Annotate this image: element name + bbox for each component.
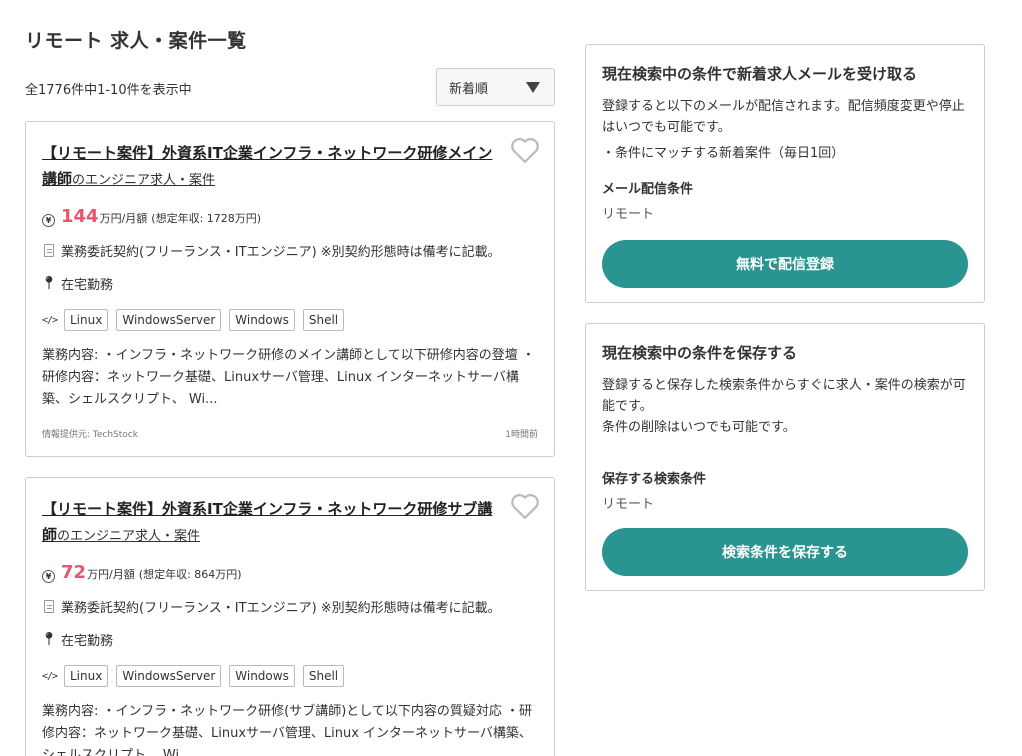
job-card: 【リモート案件】外資系IT企業インフラ・ネットワーク研修メイン講師のエンジニア求… [25,121,555,457]
contract-row: 業務委託契約(フリーランス・ITエンジニア) ※別契約形態時は備考に記載。 [42,597,538,616]
document-icon [44,600,54,613]
location: 在宅勤務 [61,278,114,293]
skill-tag[interactable]: Linux [64,665,109,687]
job-title-suffix: のエンジニア求人・案件 [57,529,201,544]
card-footer: 情報提供元: TechStock 1時間前 [42,427,538,440]
location-row: 📍︎ 在宅勤務 [40,274,538,293]
salary-value: 72 [61,562,87,583]
job-title: 【リモート案件】外資系IT企業インフラ・ネットワーク研修メイン講師のエンジニア求… [42,140,497,194]
skill-tag[interactable]: WindowsServer [116,309,222,331]
panel-bullet: ・条件にマッチする新着案件（毎日1回） [602,146,845,161]
salary: ¥ 144 万円/月額 (想定年収: 1728万円) [42,206,538,227]
condition-value: リモート [602,207,655,222]
contract-type: 業務委託契約(フリーランス・ITエンジニア) ※別契約形態時は備考に記載。 [61,601,501,616]
skill-tag[interactable]: Windows [229,309,295,331]
condition-label: メール配信条件 [602,182,694,197]
job-title-suffix: のエンジニア求人・案件 [72,173,216,188]
document-icon [44,244,54,257]
skill-tag[interactable]: Windows [229,665,295,687]
mail-subscribe-panel: 現在検索中の条件で新着求人メールを受け取る 登録すると以下のメールが配信されます… [585,44,985,303]
sort-select[interactable]: 新着順 [436,68,555,106]
panel-title: 現在検索中の条件で新着求人メールを受け取る [602,65,918,83]
subscribe-button[interactable]: 無料で配信登録 [602,240,968,288]
job-description: 業務内容: ・インフラ・ネットワーク研修(サブ講師)として以下内容の質疑対応 ・… [42,704,533,756]
salary-value: 144 [61,206,99,227]
skill-tag[interactable]: Shell [302,309,345,331]
map-pin-icon: 📍︎ [40,632,58,647]
skill-tag[interactable]: WindowsServer [116,665,222,687]
panel-description: 登録すると保存した検索条件からすぐに求人・案件の検索が可能です。 [602,378,966,414]
save-search-button[interactable]: 検索条件を保存する [602,528,968,576]
panel-description: 登録すると以下のメールが配信されます。配信頻度変更や停止はいつでも可能です。 [602,99,965,135]
location-row: 📍︎ 在宅勤務 [40,630,538,649]
salary-unit: 万円/月額 [99,212,148,225]
contract-row: 業務委託契約(フリーランス・ITエンジニア) ※別契約形態時は備考に記載。 [42,241,538,260]
panel-description-2: 条件の削除はいつでも可能です。 [602,420,796,435]
yen-icon: ¥ [42,214,55,227]
skill-tag[interactable]: Linux [64,309,109,331]
salary-annual: (想定年収: 1728万円) [151,212,262,225]
code-icon: </> [42,670,58,682]
location: 在宅勤務 [61,634,114,649]
contract-type: 業務委託契約(フリーランス・ITエンジニア) ※別契約形態時は備考に記載。 [61,245,501,260]
job-description: 業務内容: ・インフラ・ネットワーク研修のメイン講師として以下研修内容の登壇 ・… [42,348,535,407]
job-title: 【リモート案件】外資系IT企業インフラ・ネットワーク研修サブ講師のエンジニア求人… [42,496,497,550]
posted-time: 1時間前 [505,430,538,440]
heart-icon[interactable] [510,492,540,520]
skill-tag[interactable]: Shell [302,665,345,687]
yen-icon: ¥ [42,570,55,583]
save-search-panel: 現在検索中の条件を保存する 登録すると保存した検索条件からすぐに求人・案件の検索… [585,323,985,591]
source: 情報提供元: TechStock [42,430,138,440]
map-pin-icon: 📍︎ [40,276,58,291]
salary: ¥ 72 万円/月額 (想定年収: 864万円) [42,562,538,583]
skill-tags: </> Linux WindowsServer Windows Shell [42,309,538,331]
page-title: リモート 求人・案件一覧 [25,30,247,52]
skill-tags: </> Linux WindowsServer Windows Shell [42,665,538,687]
result-count: 全1776件中1-10件を表示中 [25,83,192,98]
salary-unit: 万円/月額 [87,568,135,581]
sort-select-value: 新着順 [449,81,489,97]
condition-label: 保存する検索条件 [602,472,707,487]
heart-icon[interactable] [510,136,540,164]
condition-value: リモート [602,497,655,512]
salary-annual: (想定年収: 864万円) [138,568,242,581]
panel-title: 現在検索中の条件を保存する [602,344,798,362]
code-icon: </> [42,314,58,326]
chevron-down-icon [526,82,540,93]
job-card: 【リモート案件】外資系IT企業インフラ・ネットワーク研修サブ講師のエンジニア求人… [25,477,555,756]
